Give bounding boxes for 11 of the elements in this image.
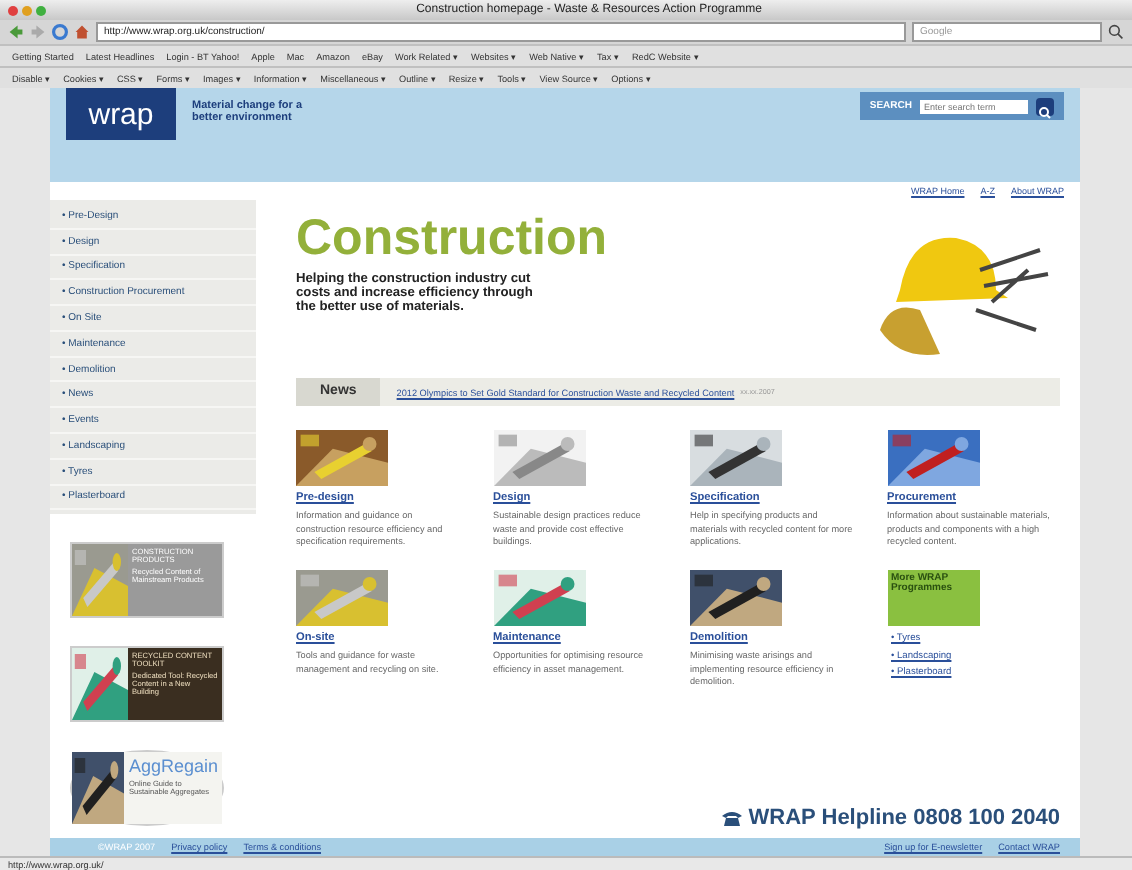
helpline-number: WRAP Helpline 0808 100 2040 [748, 806, 1060, 830]
reload-icon[interactable] [52, 24, 68, 40]
back-icon[interactable] [8, 24, 24, 40]
search-button[interactable] [1036, 97, 1054, 115]
logo[interactable]: wrap [66, 88, 176, 140]
search-icon[interactable] [1108, 24, 1124, 40]
phone-icon [722, 810, 743, 826]
page-heading: Construction [296, 210, 610, 268]
home-icon[interactable] [74, 24, 90, 40]
forward-icon[interactable] [30, 24, 46, 40]
promo-heading: AggRegain [128, 756, 218, 777]
